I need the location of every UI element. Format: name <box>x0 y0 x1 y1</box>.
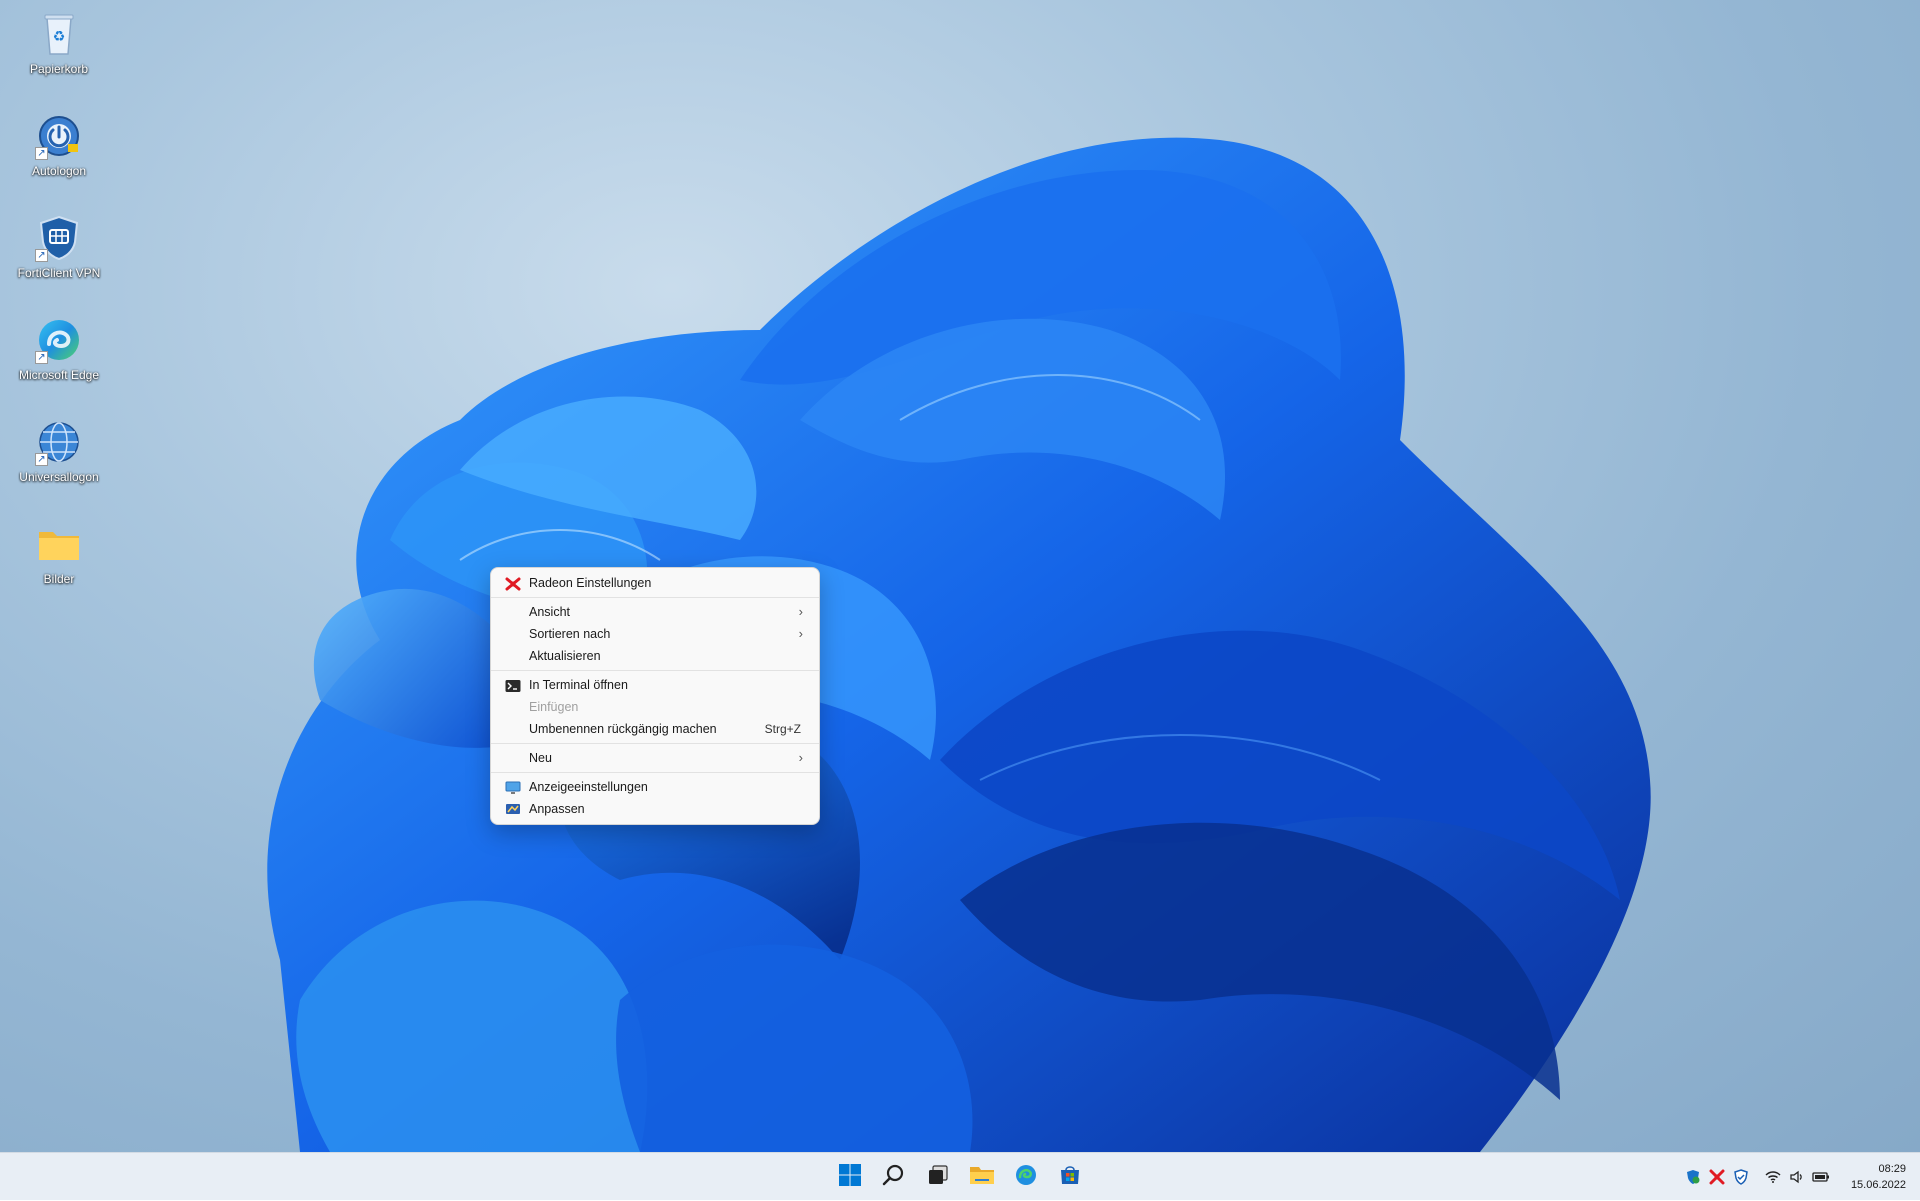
menu-item-label: Aktualisieren <box>529 649 601 663</box>
menu-item-aktualisieren[interactable]: Aktualisieren <box>495 645 815 667</box>
svg-text:♻: ♻ <box>53 29 66 45</box>
clock-time: 08:29 <box>1878 1163 1906 1175</box>
menu-item-label: Anpassen <box>529 802 585 816</box>
menu-separator <box>491 597 819 598</box>
store-icon <box>1058 1163 1082 1192</box>
menu-item-label: Anzeigeeinstellungen <box>529 780 648 794</box>
desktop-icon-label: FortiClient VPN <box>17 266 101 280</box>
chevron-right-icon: › <box>798 626 803 641</box>
edge-icon: ↗ <box>35 316 83 364</box>
desktop-icon-autologon[interactable]: ↗ Autologon <box>14 104 104 200</box>
security-shield-icon[interactable] <box>1732 1168 1750 1186</box>
menu-separator <box>491 772 819 773</box>
chevron-right-icon: › <box>798 604 803 619</box>
desktop-icon-microsoft-edge[interactable]: ↗ Microsoft Edge <box>14 308 104 404</box>
shortcut-arrow-icon: ↗ <box>35 147 48 160</box>
desktop-icon-bilder[interactable]: Bilder <box>14 512 104 608</box>
menu-separator <box>491 743 819 744</box>
menu-item-label: In Terminal öffnen <box>529 678 628 692</box>
defender-icon[interactable] <box>1684 1168 1702 1186</box>
menu-item-label: Radeon Einstellungen <box>529 576 652 590</box>
wallpaper-bloom <box>267 137 1651 1152</box>
edge-taskbar-button[interactable] <box>1008 1157 1044 1197</box>
desktop[interactable]: ♻ Papierkorb ↗ Autologon ↗ FortiClient V… <box>0 0 1920 1152</box>
menu-item-terminal[interactable]: In Terminal öffnen <box>495 674 815 696</box>
forticlient-shield-icon: ↗ <box>35 214 83 262</box>
menu-item-radeon-settings[interactable]: Radeon Einstellungen <box>495 572 815 594</box>
personalize-icon <box>505 802 521 816</box>
desktop-context-menu: Radeon Einstellungen Ansicht › Sortieren… <box>490 567 820 825</box>
task-view-button[interactable] <box>920 1157 956 1197</box>
menu-item-undo-rename[interactable]: Umbenennen rückgängig machen Strg+Z <box>495 718 815 740</box>
start-button[interactable] <box>832 1157 868 1197</box>
recycle-bin-icon: ♻ <box>35 10 83 58</box>
display-settings-icon <box>505 780 521 794</box>
edge-icon <box>1014 1163 1038 1192</box>
search-button[interactable] <box>876 1157 912 1197</box>
desktop-icon-label: Autologon <box>31 164 87 178</box>
radeon-icon[interactable] <box>1708 1168 1726 1186</box>
taskbar: 08:29 15.06.2022 <box>0 1152 1920 1200</box>
shortcut-arrow-icon: ↗ <box>35 249 48 262</box>
shortcut-arrow-icon: ↗ <box>35 351 48 364</box>
radeon-icon <box>505 576 521 591</box>
store-button[interactable] <box>1052 1157 1088 1197</box>
clock[interactable]: 08:29 15.06.2022 <box>1851 1161 1906 1193</box>
menu-item-label: Umbenennen rückgängig machen <box>529 722 717 736</box>
desktop-icon-label: Bilder <box>43 572 75 586</box>
system-tray <box>1684 1153 1830 1201</box>
desktop-icon-label: Papierkorb <box>29 62 89 76</box>
menu-item-neu[interactable]: Neu › <box>495 747 815 769</box>
desktop-icon-universallogon[interactable]: ↗ Universallogon <box>14 410 104 506</box>
battery-icon[interactable] <box>1812 1168 1830 1186</box>
chevron-right-icon: › <box>798 750 803 765</box>
desktop-icon-label: Universallogon <box>19 470 99 484</box>
desktop-icon-papierkorb[interactable]: ♻ Papierkorb <box>14 2 104 98</box>
menu-item-label: Einfügen <box>529 700 579 714</box>
globe-icon: ↗ <box>35 418 83 466</box>
menu-item-label: Neu <box>529 751 552 765</box>
start-icon <box>838 1163 862 1192</box>
menu-item-label: Sortieren nach <box>529 627 611 641</box>
menu-item-shortcut: Strg+Z <box>764 722 801 736</box>
menu-item-sortieren-nach[interactable]: Sortieren nach › <box>495 623 815 645</box>
menu-item-anpassen[interactable]: Anpassen <box>495 798 815 820</box>
menu-item-ansicht[interactable]: Ansicht › <box>495 601 815 623</box>
menu-item-display-settings[interactable]: Anzeigeeinstellungen <box>495 776 815 798</box>
menu-item-label: Ansicht <box>529 605 570 619</box>
autologon-icon: ↗ <box>35 112 83 160</box>
terminal-icon <box>505 678 521 692</box>
clock-date: 15.06.2022 <box>1850 1179 1906 1191</box>
file-explorer-button[interactable] <box>964 1157 1000 1197</box>
taskbar-apps <box>832 1153 1088 1201</box>
shortcut-arrow-icon: ↗ <box>35 453 48 466</box>
volume-icon[interactable] <box>1788 1168 1806 1186</box>
desktop-icon-label: Microsoft Edge <box>18 368 100 382</box>
menu-separator <box>491 670 819 671</box>
task-view-icon <box>926 1163 950 1192</box>
desktop-icon-forticlient[interactable]: ↗ FortiClient VPN <box>14 206 104 302</box>
menu-item-einfuegen[interactable]: Einfügen <box>495 696 815 718</box>
file-explorer-icon <box>969 1163 995 1192</box>
folder-icon <box>35 520 83 568</box>
search-icon <box>882 1163 906 1192</box>
wifi-icon[interactable] <box>1764 1168 1782 1186</box>
